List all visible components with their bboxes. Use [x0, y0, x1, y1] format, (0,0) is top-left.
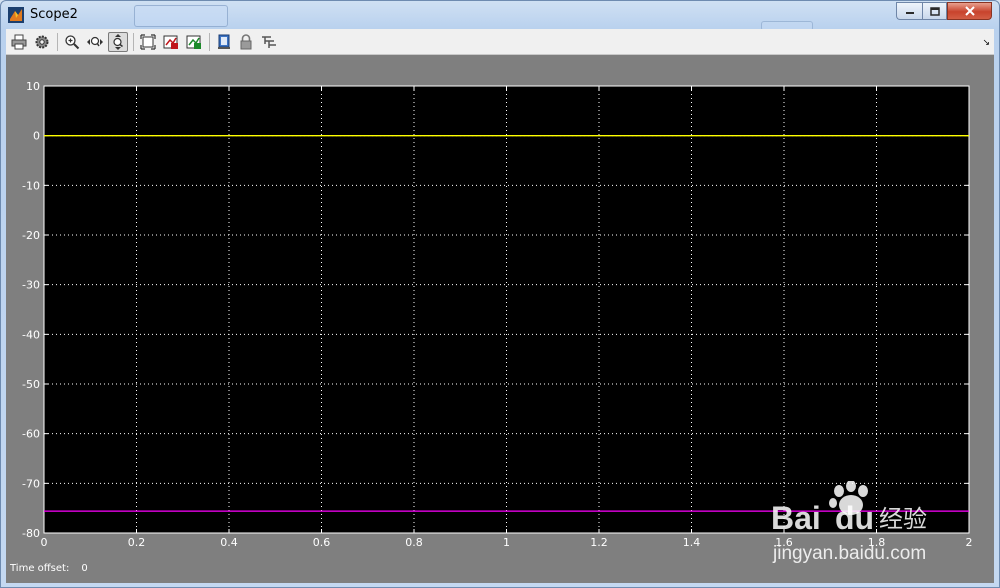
- lock-axes-button[interactable]: [236, 32, 256, 52]
- save-axes-icon: [163, 35, 178, 49]
- x-tick-label: 0.6: [313, 536, 331, 549]
- zoom-in-icon: [65, 35, 80, 50]
- time-offset-readout: Time offset: 0: [10, 563, 88, 574]
- scope-window: Scope2 ↘ 0 0.2 0.4 0.6 0.8 1 1.2 1.4 1.6…: [0, 0, 1000, 588]
- y-tick-label: -10: [22, 179, 40, 192]
- y-tick-label: -20: [22, 229, 40, 242]
- zoom-x-icon: [87, 36, 103, 47]
- title-bar[interactable]: Scope2: [1, 1, 999, 31]
- x-tick-label: 2: [966, 536, 973, 549]
- toolbar-separator: [57, 33, 58, 51]
- maximize-button[interactable]: [922, 2, 947, 20]
- gear-icon: [35, 35, 49, 49]
- printer-icon: [11, 34, 27, 50]
- maximize-icon: [929, 6, 940, 16]
- time-offset-label: Time offset:: [10, 563, 70, 574]
- x-tick-label: 0.2: [128, 536, 146, 549]
- matlab-app-icon: [8, 7, 24, 23]
- minimize-button[interactable]: [896, 2, 922, 20]
- y-tick-label: -50: [22, 378, 40, 391]
- close-button[interactable]: [947, 2, 992, 20]
- y-tick-label: -80: [22, 527, 40, 540]
- y-tick-label: -70: [22, 477, 40, 490]
- y-tick-label: -60: [22, 428, 40, 441]
- zoom-y-button[interactable]: [108, 32, 128, 52]
- time-offset-value: 0: [81, 563, 88, 574]
- restore-axes-button[interactable]: [184, 32, 204, 52]
- background-window-tab: [134, 5, 228, 27]
- save-axes-button[interactable]: [161, 32, 181, 52]
- x-tick-label: 1.4: [683, 536, 701, 549]
- scope-toolbar: ↘: [6, 29, 994, 55]
- signal-selector-button[interactable]: [259, 32, 279, 52]
- print-button[interactable]: [9, 32, 29, 52]
- y-tick-label: 0: [33, 130, 40, 143]
- x-tick-label: 0.8: [405, 536, 423, 549]
- y-tick-label: -40: [22, 328, 40, 341]
- plot-area[interactable]: [44, 86, 969, 533]
- zoom-y-icon: [113, 34, 123, 50]
- floating-scope-button[interactable]: [214, 32, 234, 52]
- x-tick-label: 1.2: [590, 536, 608, 549]
- autoscale-button[interactable]: [138, 32, 158, 52]
- x-tick-label: 1.6: [775, 536, 793, 549]
- window-title: Scope2: [30, 7, 78, 22]
- floating-scope-icon: [218, 34, 230, 49]
- restore-axes-icon: [186, 35, 201, 49]
- signal-selector-icon: [262, 36, 276, 48]
- zoom-x-button[interactable]: [85, 32, 105, 52]
- minimize-icon: [905, 12, 914, 14]
- x-tick-label: 1.8: [868, 536, 886, 549]
- x-tick-label: 0.4: [220, 536, 238, 549]
- dock-arrow-icon[interactable]: ↘: [982, 37, 990, 48]
- x-tick-label: 1: [503, 536, 510, 549]
- toolbar-separator: [209, 33, 210, 51]
- y-tick-label: 10: [26, 80, 40, 93]
- toolbar-separator: [133, 33, 134, 51]
- scope-figure: 0 0.2 0.4 0.6 0.8 1 1.2 1.4 1.6 1.8 2 10 0 -10 -20 -30 -…: [6, 55, 994, 583]
- autoscale-icon: [140, 34, 156, 50]
- y-tick-label: -30: [22, 279, 40, 292]
- x-tick-label: 0: [41, 536, 48, 549]
- parameters-button[interactable]: [32, 32, 52, 52]
- zoom-button[interactable]: [62, 32, 82, 52]
- scope-plot[interactable]: 0 0.2 0.4 0.6 0.8 1 1.2 1.4 1.6 1.8 2 10 0 -10 -20 -30 -…: [6, 55, 994, 583]
- lock-icon: [240, 34, 252, 50]
- close-icon: [964, 6, 975, 16]
